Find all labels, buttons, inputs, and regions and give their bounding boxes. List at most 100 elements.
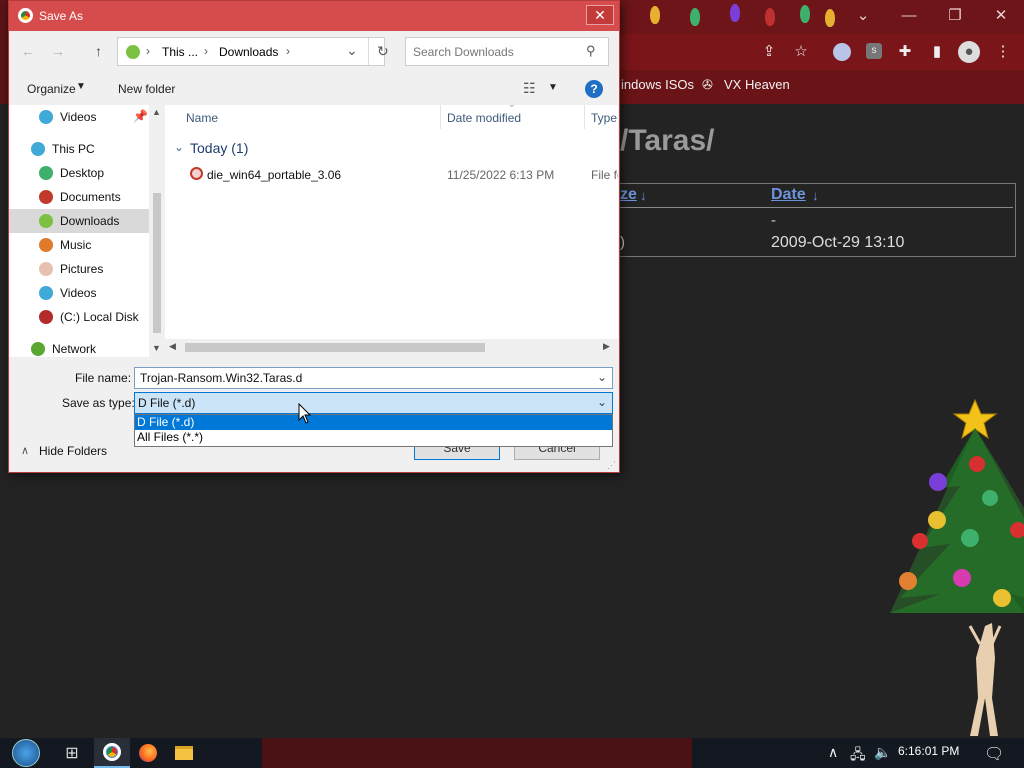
search-box[interactable]: Search Downloads ⚲ — [405, 37, 609, 66]
tab-search-button[interactable]: ⌄ — [840, 0, 886, 30]
taskbar-background — [262, 738, 692, 768]
extensions-puzzle-icon[interactable]: ✚ — [896, 43, 914, 61]
chevron-down-icon[interactable]: ⌄ — [597, 395, 607, 409]
up-arrow-icon[interactable]: ↑ — [95, 43, 102, 59]
scroll-down-icon[interactable]: ▼ — [152, 343, 161, 353]
extension-s-icon[interactable]: s — [866, 43, 882, 59]
file-name-value: Trojan-Ransom.Win32.Taras.d — [140, 371, 303, 385]
forward-arrow-icon[interactable]: → — [51, 43, 65, 59]
type-option-d-file[interactable]: D File (*.d) — [135, 415, 612, 430]
task-view-icon: ⊞ — [65, 745, 79, 762]
breadcrumb-separator: › — [286, 44, 290, 58]
taskbar-clock[interactable]: 6:16:01 PM — [898, 744, 959, 758]
new-folder-button[interactable]: New folder — [118, 82, 175, 96]
maximize-button[interactable]: ❐ — [932, 0, 978, 30]
videos-folder-icon — [39, 110, 53, 124]
search-placeholder: Search Downloads — [413, 45, 514, 59]
group-collapse-icon[interactable]: ⌄ — [174, 140, 184, 154]
christmas-tree-decoration — [890, 398, 1024, 736]
sort-arrow-icon: ↓ — [640, 188, 647, 203]
chevron-down-icon[interactable]: ⌄ — [597, 370, 607, 384]
chevron-down-icon[interactable]: ▼ — [548, 82, 558, 93]
taskbar-chrome[interactable] — [94, 738, 130, 768]
sort-date-link[interactable]: Date — [771, 186, 806, 204]
scroll-up-icon[interactable]: ▲ — [152, 107, 161, 117]
scroll-left-icon[interactable]: ◀ — [169, 341, 176, 352]
table-cell-size: ) — [620, 234, 625, 251]
nav-item-label: Network — [52, 342, 97, 356]
breadcrumb-this-pc[interactable]: This ... — [162, 45, 198, 59]
hide-folders-button[interactable]: Hide Folders — [39, 444, 107, 458]
pin-icon: 📌 — [133, 109, 148, 123]
scroll-right-icon[interactable]: ▶ — [603, 341, 610, 352]
chevron-up-icon[interactable]: ∧ — [21, 444, 29, 457]
downloads-folder-icon — [126, 45, 140, 59]
bookmark-windows-isos[interactable]: indows ISOs — [621, 77, 694, 92]
breadcrumb-separator: › — [204, 44, 208, 58]
resize-grip-icon[interactable]: ⋰ — [607, 460, 616, 471]
nav-item-network[interactable]: Network — [31, 337, 166, 361]
group-header-today[interactable]: Today (1) — [190, 140, 248, 156]
firefox-icon — [139, 744, 157, 762]
organize-button[interactable]: Organize — [27, 82, 76, 96]
pictures-folder-icon — [39, 262, 53, 276]
help-icon[interactable]: ? — [585, 80, 603, 98]
column-divider[interactable] — [584, 105, 585, 129]
taskbar-firefox[interactable] — [130, 738, 166, 768]
page-title: /Taras/ — [620, 124, 715, 157]
show-hidden-icons-icon[interactable]: ∧ — [828, 744, 838, 761]
table-header-divider — [620, 207, 1013, 208]
save-as-type-select[interactable]: D File (*.d) ⌄ — [134, 392, 613, 414]
dialog-close-button[interactable]: ✕ — [586, 5, 614, 25]
navigation-pane: Videos 📌 This PC Desktop Documents Downl… — [9, 105, 164, 357]
save-as-dialog: Save As ✕ ← → ↑ › This ... › Downloads ›… — [8, 0, 620, 473]
start-button[interactable] — [6, 738, 46, 768]
disk-icon — [39, 310, 53, 324]
hscroll-thumb[interactable] — [185, 343, 485, 352]
nav-item-downloads[interactable]: Downloads — [9, 209, 149, 233]
back-arrow-icon[interactable]: ← — [21, 43, 35, 59]
taskbar-file-explorer[interactable] — [166, 738, 202, 768]
bookmark-star-icon[interactable]: ☆ — [792, 43, 810, 61]
column-header-type[interactable]: Type — [591, 111, 617, 125]
folder-icon — [175, 746, 193, 760]
chrome-icon — [103, 743, 121, 761]
this-pc-icon — [31, 142, 45, 156]
sort-size-link[interactable]: ze — [620, 186, 637, 204]
file-name-label: File name: — [75, 371, 132, 385]
downloads-folder-icon — [39, 214, 53, 228]
breadcrumb-downloads[interactable]: Downloads — [219, 45, 278, 59]
nav-item-label: Pictures — [60, 262, 104, 276]
nav-item-label: (C:) Local Disk — [60, 310, 139, 324]
search-icon[interactable]: ⚲ — [586, 43, 596, 59]
column-header-name[interactable]: Name — [186, 111, 218, 125]
profile-avatar-icon[interactable]: ● — [958, 41, 980, 63]
column-divider[interactable] — [440, 105, 441, 129]
nav-item-this-pc[interactable]: This PC — [31, 137, 166, 161]
menu-kebab-icon[interactable]: ⋮ — [994, 43, 1012, 61]
nav-scroll-thumb[interactable] — [153, 193, 161, 333]
share-icon[interactable]: ⇪ — [760, 43, 778, 61]
column-header-date[interactable]: Date modified — [447, 111, 521, 125]
notification-center-icon[interactable]: 🗨 — [984, 744, 1004, 764]
address-bar[interactable]: › This ... › Downloads › ⌄ ↻ — [117, 37, 389, 66]
mouse-cursor-icon — [298, 403, 312, 424]
refresh-icon[interactable]: ↻ — [377, 43, 389, 60]
address-dropdown-icon[interactable]: ⌄ — [346, 42, 358, 59]
dialog-title: Save As — [39, 9, 84, 23]
volume-icon[interactable]: 🔈 — [874, 744, 891, 761]
address-divider — [368, 38, 369, 65]
file-name: die_win64_portable_3.06 — [207, 168, 342, 182]
file-row[interactable]: die_win64_portable_3.06 11/25/2022 6:13 … — [185, 164, 618, 184]
view-options-icon[interactable]: ☷ — [523, 80, 536, 97]
close-window-button[interactable]: ✕ — [978, 0, 1024, 30]
network-icon[interactable]: 🖧 — [850, 744, 866, 768]
breadcrumb-separator: › — [146, 44, 150, 58]
extension-flag-icon[interactable] — [833, 43, 851, 61]
bookmark-vx-heaven[interactable]: VX Heaven — [724, 77, 790, 92]
side-panel-icon[interactable]: ▮ — [928, 43, 946, 61]
type-option-all-files[interactable]: All Files (*.*) — [135, 430, 612, 445]
minimize-button[interactable]: — — [886, 0, 932, 30]
task-view-button[interactable]: ⊞ — [54, 738, 90, 768]
file-name-input[interactable]: Trojan-Ransom.Win32.Taras.d ⌄ — [134, 367, 613, 389]
